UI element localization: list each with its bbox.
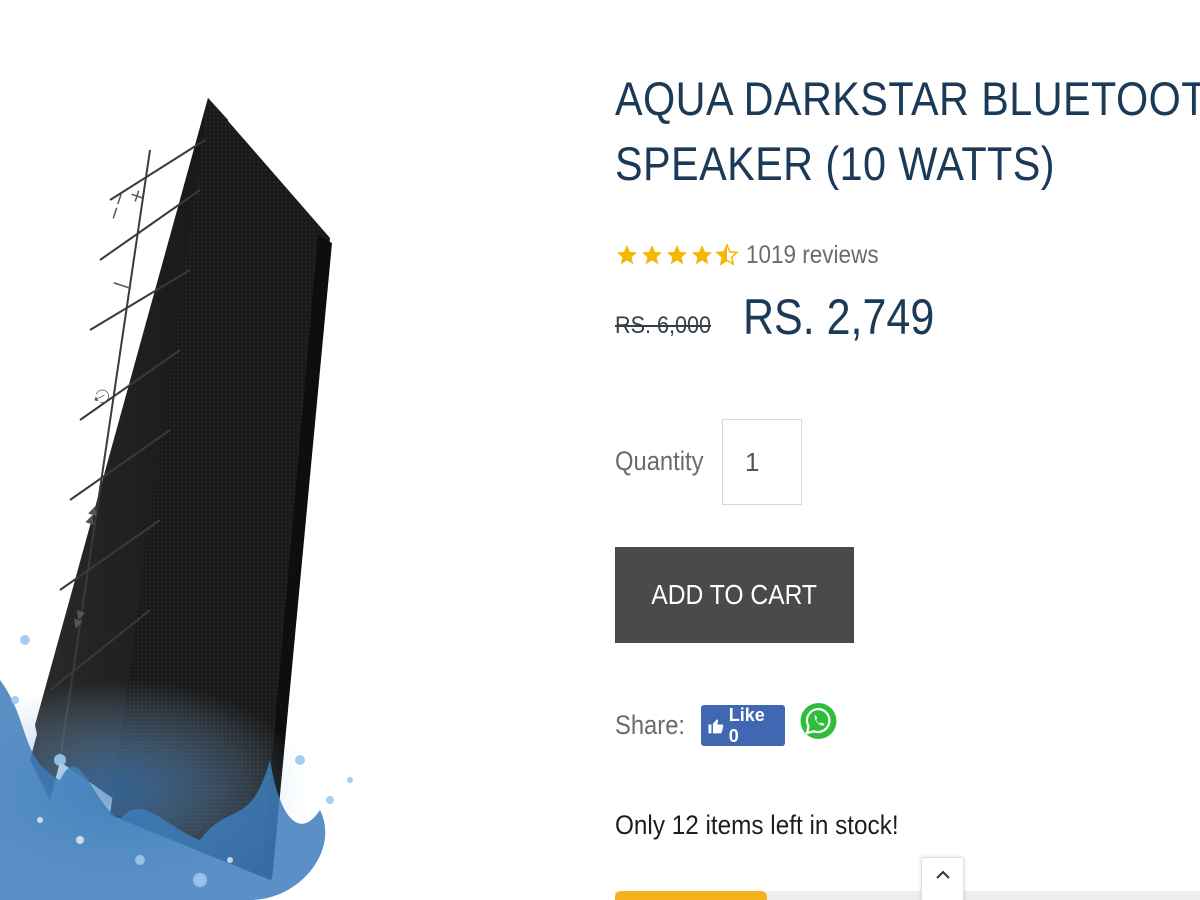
product-title-line-2: SPEAKER (10 WATTS) (615, 137, 1055, 190)
product-info: AQUA DARKSTAR BLUETOOTH SPEAKER (10 WATT… (615, 0, 1200, 900)
star-rating (615, 243, 740, 267)
thumbs-up-icon (708, 718, 724, 733)
stock-level-fill (615, 891, 768, 900)
svg-text:⎋: ⎋ (91, 387, 115, 407)
product-page: −− + | ⎋ ▸▸ ◂◂ AQUA DARKSTAR BLUETOOTH S… (0, 0, 1200, 900)
star-full-icon (617, 245, 637, 265)
star-full-icon (692, 245, 712, 265)
rating-row[interactable]: 1019 reviews (615, 238, 893, 272)
quantity-input[interactable] (722, 419, 802, 505)
stock-message: Only 12 items left in stock! (615, 810, 899, 840)
share-label: Share: (615, 710, 686, 740)
svg-text:|: | (111, 279, 133, 291)
star-full-icon (667, 245, 687, 265)
whatsapp-icon[interactable] (800, 695, 837, 747)
facebook-like-button[interactable]: Like 0 (701, 705, 785, 746)
speaker-image: −− + | ⎋ ▸▸ ◂◂ (0, 98, 353, 900)
original-price: RS. 6,000 (615, 312, 712, 339)
sale-price: RS. 2,749 (743, 289, 935, 345)
add-to-cart-button[interactable]: ADD TO CART (615, 547, 854, 643)
star-full-icon (642, 245, 662, 265)
reviews-count[interactable]: 1019 reviews (746, 241, 879, 270)
star-half-icon (715, 243, 739, 266)
quantity-label: Quantity (615, 446, 704, 476)
add-to-cart-label: ADD TO CART (651, 579, 818, 610)
product-image: −− + | ⎋ ▸▸ ◂◂ (0, 0, 560, 900)
share-row: Share: Like 0 (615, 695, 915, 755)
product-title: AQUA DARKSTAR BLUETOOTH SPEAKER (10 WATT… (615, 66, 1200, 196)
scroll-to-top-button[interactable] (921, 857, 964, 900)
chevron-up-icon (935, 870, 950, 879)
product-title-line-1: AQUA DARKSTAR BLUETOOTH (615, 72, 1200, 125)
stock-level-bar (615, 891, 1200, 900)
facebook-like-label: Like 0 (728, 704, 765, 746)
